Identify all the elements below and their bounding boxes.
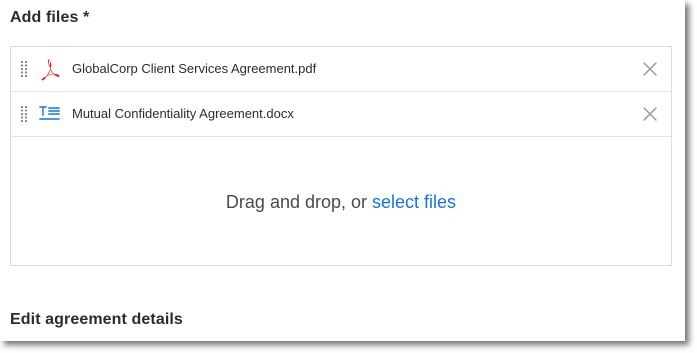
- file-list-container: GlobalCorp Client Services Agreement.pdf: [10, 46, 672, 266]
- file-name: GlobalCorp Client Services Agreement.pdf: [72, 61, 317, 76]
- add-files-heading: Add files *: [10, 9, 90, 26]
- drop-zone[interactable]: Drag and drop, or select files: [11, 137, 671, 265]
- drop-zone-text: Drag and drop, or: [225, 192, 373, 212]
- drop-zone-prompt: Drag and drop, or select files: [11, 192, 671, 213]
- edit-details-heading: Edit agreement details: [10, 311, 183, 328]
- upload-panel: Add files * GlobalCorp Client Services A…: [0, 0, 685, 341]
- close-icon[interactable]: [641, 60, 659, 78]
- pdf-icon: [41, 59, 60, 81]
- drag-handle-icon[interactable]: [21, 61, 27, 77]
- close-icon[interactable]: [641, 105, 659, 123]
- drag-handle-icon[interactable]: [21, 106, 27, 122]
- select-files-link[interactable]: select files: [372, 192, 456, 212]
- file-row: Mutual Confidentiality Agreement.docx: [11, 92, 671, 137]
- file-name: Mutual Confidentiality Agreement.docx: [72, 106, 294, 121]
- file-row: GlobalCorp Client Services Agreement.pdf: [11, 47, 671, 92]
- text-document-icon: [39, 106, 60, 120]
